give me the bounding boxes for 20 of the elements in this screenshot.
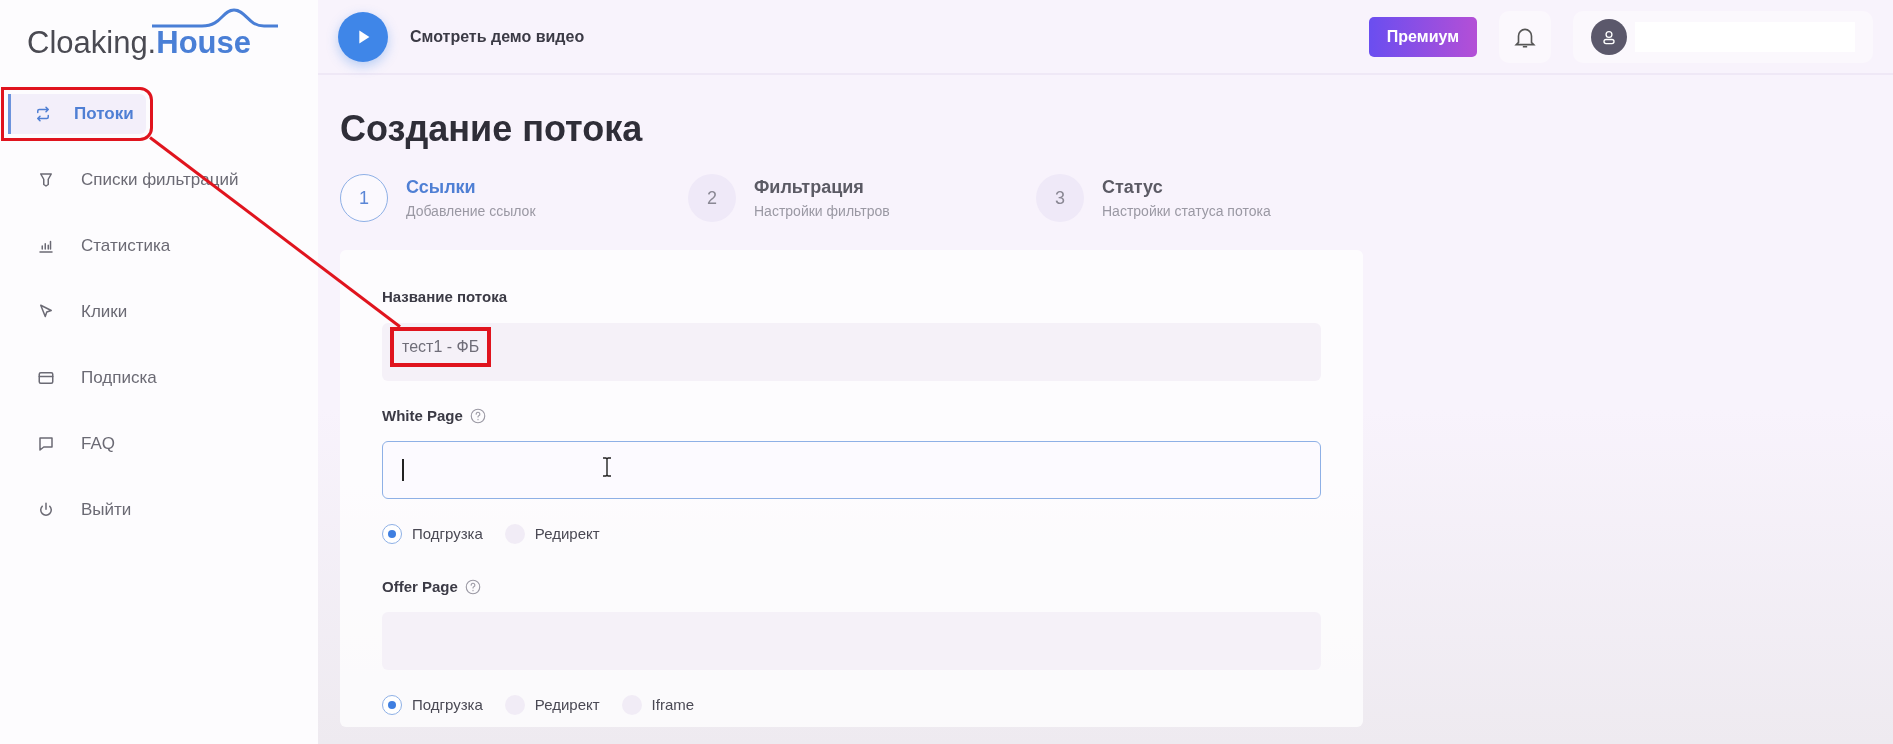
sidebar-item[interactable]: Выйти	[0, 476, 306, 543]
step[interactable]: 1 Ссылки Добавление ссылок	[340, 174, 688, 223]
sidebar-item[interactable]: Статистика	[0, 212, 306, 279]
field-label: Offer Page	[382, 576, 458, 597]
field-label: Название потока	[382, 287, 507, 308]
demo-video-link[interactable]: Смотреть демо видео	[410, 24, 585, 49]
sidebar-item[interactable]: Подписка	[0, 344, 306, 411]
field-label: White Page	[382, 405, 463, 426]
page-title: Создание потока	[340, 107, 644, 151]
radio-option[interactable]: Iframe	[621, 694, 695, 717]
radio-option[interactable]: Редирект	[504, 694, 600, 717]
logo: Cloaking.House	[0, 14, 251, 67]
radio-option[interactable]: Подгрузка	[382, 694, 483, 717]
step[interactable]: 3 Статус Настройки статуса потока	[1036, 174, 1384, 223]
radio-option[interactable]: Подгрузка	[382, 523, 483, 546]
premium-button[interactable]: Премиум	[1368, 16, 1477, 57]
sidebar-item[interactable]: FAQ	[0, 410, 306, 477]
sidebar-item[interactable]: Клики	[0, 278, 306, 345]
step[interactable]: 2 Фильтрация Настройки фильтров	[688, 174, 1036, 223]
radio-option[interactable]: Редирект	[504, 523, 600, 546]
